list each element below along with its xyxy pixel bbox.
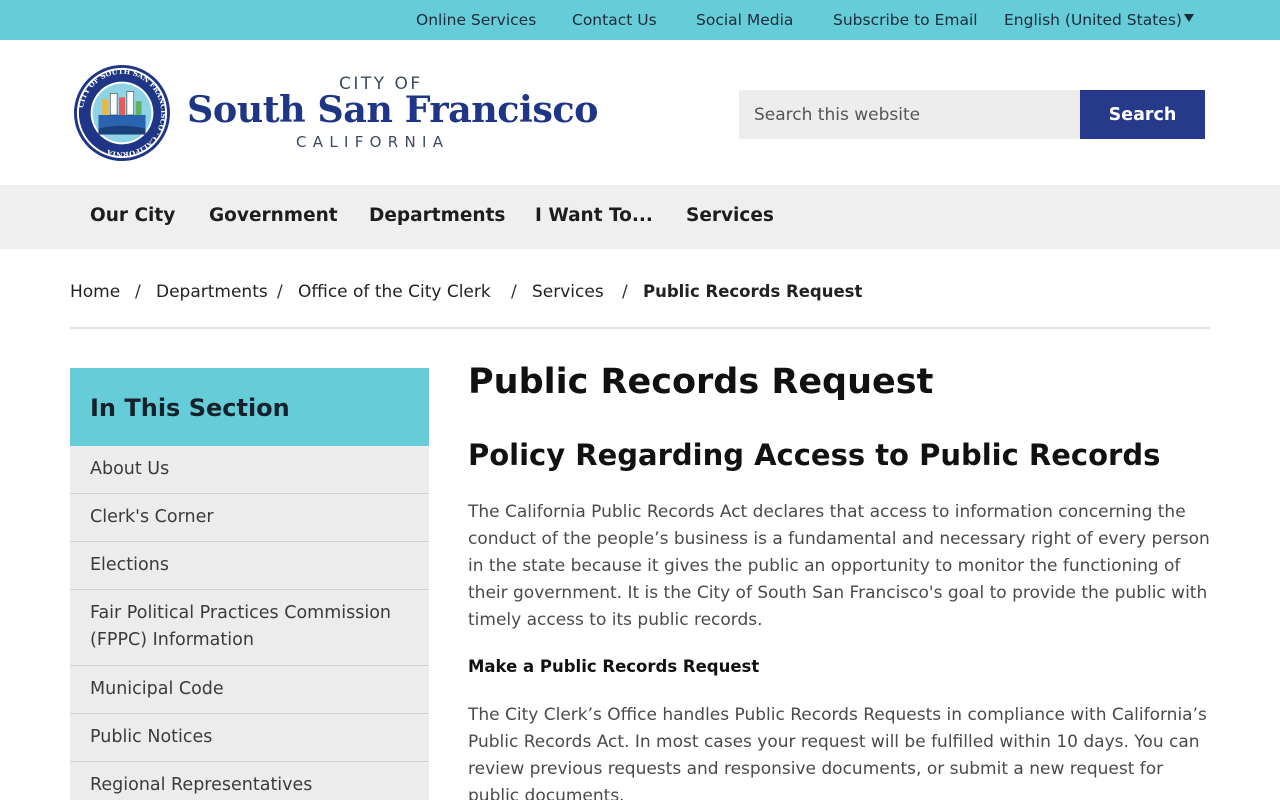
breadcrumb-departments[interactable]: Departments xyxy=(156,282,268,302)
social-media-link[interactable]: Social Media xyxy=(696,11,793,29)
breadcrumb-separator: / xyxy=(135,282,141,302)
sidebar-item-elections[interactable]: Elections xyxy=(70,542,429,590)
nav-departments[interactable]: Departments xyxy=(369,205,505,226)
breadcrumb-home[interactable]: Home xyxy=(70,282,120,302)
section-sidebar: In This Section About Us Clerk's Corner … xyxy=(70,368,429,800)
section-heading: Policy Regarding Access to Public Record… xyxy=(468,438,1161,472)
logo-city-name[interactable]: South San Francisco xyxy=(187,88,599,131)
sidebar-item-about-us[interactable]: About Us xyxy=(70,446,429,494)
breadcrumb-separator: / xyxy=(622,282,628,302)
breadcrumb-city-clerk[interactable]: Office of the City Clerk xyxy=(298,282,491,302)
breadcrumb-separator: / xyxy=(511,282,517,302)
policy-paragraph: The California Public Records Act declar… xyxy=(468,502,1210,630)
language-selector[interactable]: English (United States) xyxy=(1004,11,1182,29)
search-input[interactable] xyxy=(739,90,1080,139)
chevron-down-icon[interactable] xyxy=(1184,14,1194,22)
nav-government[interactable]: Government xyxy=(209,205,338,226)
contact-us-link[interactable]: Contact Us xyxy=(572,11,657,29)
breadcrumb-services[interactable]: Services xyxy=(532,282,604,302)
nav-services[interactable]: Services xyxy=(686,205,774,226)
breadcrumb-separator: / xyxy=(277,282,283,302)
online-services-link[interactable]: Online Services xyxy=(416,11,536,29)
sidebar-item-municipal-code[interactable]: Municipal Code xyxy=(70,666,429,714)
sidebar-item-label: Fair Political Practices Commission (FPP… xyxy=(90,603,392,650)
search-button[interactable]: Search xyxy=(1080,90,1205,139)
main-nav: Our City Government Departments I Want T… xyxy=(0,185,1280,249)
request-paragraph: The City Clerk’s Office handles Public R… xyxy=(468,705,1207,800)
breadcrumb-current: Public Records Request xyxy=(643,282,863,301)
sidebar-item-clerks-corner[interactable]: Clerk's Corner xyxy=(70,494,429,542)
nav-i-want-to[interactable]: I Want To... xyxy=(535,205,653,226)
sidebar-header: In This Section xyxy=(70,368,429,446)
utility-bar: Online Services Contact Us Social Media … xyxy=(0,0,1280,40)
sidebar-item-label: Elections xyxy=(90,555,169,575)
divider xyxy=(70,327,1210,329)
page-title: Public Records Request xyxy=(468,362,934,402)
sidebar-item-regional-representatives[interactable]: Regional Representatives xyxy=(70,762,429,800)
city-seal-logo[interactable]: CITY OF SOUTH SAN FRANCISCO · CALIFORNIA xyxy=(73,64,171,162)
logo-state: CALIFORNIA xyxy=(296,133,450,151)
subscribe-email-link[interactable]: Subscribe to Email xyxy=(833,11,978,29)
sidebar-item-label: Clerk's Corner xyxy=(90,507,214,527)
sidebar-item-label: Municipal Code xyxy=(90,679,224,699)
site-header: CITY OF SOUTH SAN FRANCISCO · CALIFORNIA… xyxy=(0,40,1280,185)
sidebar-item-fppc[interactable]: Fair Political Practices Commission (FPP… xyxy=(70,590,429,666)
nav-our-city[interactable]: Our City xyxy=(90,205,175,226)
sub-heading: Make a Public Records Request xyxy=(468,657,760,676)
sidebar-item-label: About Us xyxy=(90,459,170,479)
sidebar-item-public-notices[interactable]: Public Notices xyxy=(70,714,429,762)
sidebar-title: In This Section xyxy=(90,394,290,422)
sidebar-item-label: Regional Representatives xyxy=(90,775,313,795)
sidebar-item-label: Public Notices xyxy=(90,727,213,747)
